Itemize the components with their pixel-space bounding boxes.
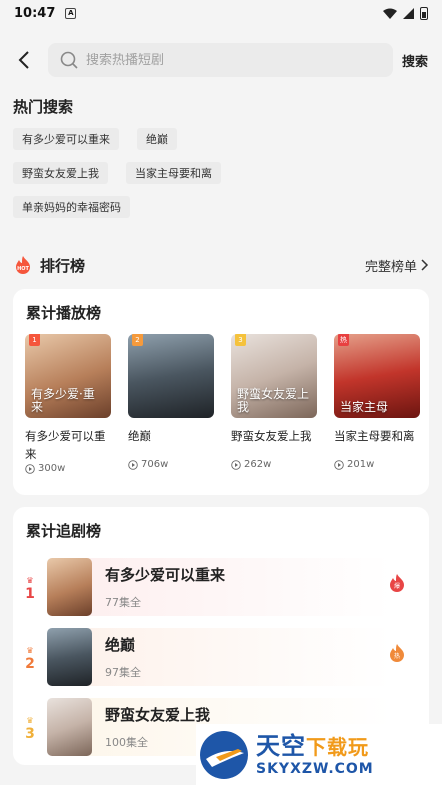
play-count-value: 300w <box>38 463 66 474</box>
full-list-link[interactable]: 完整榜单 <box>365 256 429 275</box>
chase-board-item[interactable]: ♛ 1 有多少爱可以重来 77集全 爆 <box>13 552 429 622</box>
watermark-cn-main: 天空 <box>256 732 306 760</box>
hot-search-tag[interactable]: 当家主母要和离 <box>126 162 221 184</box>
play-circle-icon <box>25 463 35 474</box>
chase-text: 有多少爱可以重来 77集全 <box>105 564 225 610</box>
rank-tag: 2 <box>132 334 143 346</box>
play-board-list: 1 有多少爱·重来 有多少爱可以重来 300w 2 绝巅 706w 3 野蛮女友… <box>25 334 420 474</box>
poster-image: 热 当家主母 <box>334 334 420 418</box>
chase-thumbnail <box>47 628 92 686</box>
hot-search-tag[interactable]: 单亲妈妈的幸福密码 <box>13 196 130 218</box>
play-board-item[interactable]: 3 野蛮女友爱上我 野蛮女友爱上我 262w <box>231 334 317 474</box>
drama-name: 野蛮女友爱上我 <box>231 429 312 443</box>
back-button[interactable] <box>0 42 48 78</box>
watermark-cn: 天空下载玩 <box>256 732 374 761</box>
play-circle-icon <box>334 459 344 470</box>
rank-indicator: ♛ 2 <box>13 647 47 673</box>
search-icon <box>60 51 78 69</box>
play-count-value: 201w <box>347 459 375 470</box>
poster-caption: 有多少爱·重来 <box>31 387 95 414</box>
play-count: 300w <box>25 463 111 474</box>
drama-name: 野蛮女友爱上我 <box>105 706 211 724</box>
chase-text: 野蛮女友爱上我 100集全 <box>105 704 210 750</box>
ranking-header: HOT 排行榜 完整榜单 <box>13 254 429 276</box>
notification-icon: A <box>65 7 77 19</box>
hot-badge-text: HOT <box>17 266 29 272</box>
poster-caption: 野蛮女友爱上我 <box>237 387 310 414</box>
drama-name: 绝巅 <box>105 636 136 654</box>
watermark-cn-sub: 下载玩 <box>306 735 369 759</box>
search-box[interactable] <box>48 43 393 77</box>
play-count-value: 262w <box>244 459 272 470</box>
play-count: 201w <box>334 459 420 470</box>
poster-image: 2 <box>128 334 214 418</box>
play-count: 262w <box>231 459 317 470</box>
status-bar: 10:47 A <box>0 0 442 26</box>
play-board-card: 累计播放榜 1 有多少爱·重来 有多少爱可以重来 300w 2 绝巅 706w <box>13 289 429 495</box>
full-list-label: 完整榜单 <box>364 259 417 275</box>
hot-search-tags: 有多少爱可以重来 绝巅 野蛮女友爱上我 当家主母要和离 单亲妈妈的幸福密码 <box>13 128 433 230</box>
wifi-icon <box>383 8 397 19</box>
fire-icon: 爆 <box>390 574 404 592</box>
status-icons <box>383 6 428 20</box>
signal-icon <box>403 7 414 19</box>
fire-icon: 热 <box>390 644 404 662</box>
rank-tag: 3 <box>235 334 246 346</box>
chase-thumbnail <box>47 698 92 756</box>
battery-icon <box>420 6 428 20</box>
rank-indicator: ♛ 3 <box>13 717 47 743</box>
rank-number: 1 <box>25 586 35 602</box>
chevron-left-icon <box>18 51 29 69</box>
play-count: 706w <box>128 459 214 470</box>
search-button[interactable]: 搜索 <box>402 51 428 70</box>
watermark-en: SKYXZW.COM <box>256 761 374 777</box>
crown-icon: ♛ <box>26 576 34 585</box>
hot-search-tag[interactable]: 有多少爱可以重来 <box>13 128 119 150</box>
episode-count: 77集全 <box>105 596 141 609</box>
hot-fire-icon: HOT <box>16 256 30 274</box>
rank-tag: 热 <box>338 334 349 346</box>
drama-name: 有多少爱可以重来 <box>25 429 106 461</box>
hot-search-tag[interactable]: 绝巅 <box>137 128 177 150</box>
watermark-logo: 天空下载玩 SKYXZW.COM <box>196 724 442 785</box>
play-board-item[interactable]: 热 当家主母 当家主母要和离 201w <box>334 334 420 474</box>
watermark-text: 天空下载玩 SKYXZW.COM <box>256 732 374 777</box>
search-input[interactable] <box>86 52 366 68</box>
poster-caption: 当家主母 <box>340 400 389 414</box>
drama-name: 绝巅 <box>128 429 151 443</box>
rank-indicator: ♛ 1 <box>13 577 47 603</box>
episode-count: 100集全 <box>105 736 148 749</box>
ranking-title: 排行榜 <box>40 256 86 275</box>
poster-image: 1 有多少爱·重来 <box>25 334 111 418</box>
play-circle-icon <box>231 459 241 470</box>
drama-name: 当家主母要和离 <box>334 429 415 443</box>
poster-image: 3 野蛮女友爱上我 <box>231 334 317 418</box>
rank-number: 2 <box>25 656 35 672</box>
chevron-right-icon <box>421 259 429 271</box>
rank-tag: 1 <box>29 334 40 346</box>
chase-text: 绝巅 97集全 <box>105 634 141 680</box>
episode-count: 97集全 <box>105 666 141 679</box>
hot-search-tag[interactable]: 野蛮女友爱上我 <box>13 162 108 184</box>
chase-board-item[interactable]: ♛ 2 绝巅 97集全 热 <box>13 622 429 692</box>
crown-icon: ♛ <box>26 646 34 655</box>
fire-label: 爆 <box>394 582 400 590</box>
chase-board-title: 累计追剧榜 <box>26 522 102 540</box>
play-board-item[interactable]: 1 有多少爱·重来 有多少爱可以重来 300w <box>25 334 111 474</box>
play-count-value: 706w <box>141 459 169 470</box>
rank-number: 3 <box>25 726 35 742</box>
drama-name: 有多少爱可以重来 <box>105 566 226 584</box>
fire-label: 热 <box>394 652 400 660</box>
status-time: 10:47 <box>14 5 56 21</box>
play-board-item[interactable]: 2 绝巅 706w <box>128 334 214 474</box>
play-circle-icon <box>128 459 138 470</box>
chase-thumbnail <box>47 558 92 616</box>
hot-search-title: 热门搜索 <box>13 98 74 116</box>
search-row: 搜索 <box>0 42 442 78</box>
play-board-title: 累计播放榜 <box>26 304 102 322</box>
crown-icon: ♛ <box>26 716 34 725</box>
